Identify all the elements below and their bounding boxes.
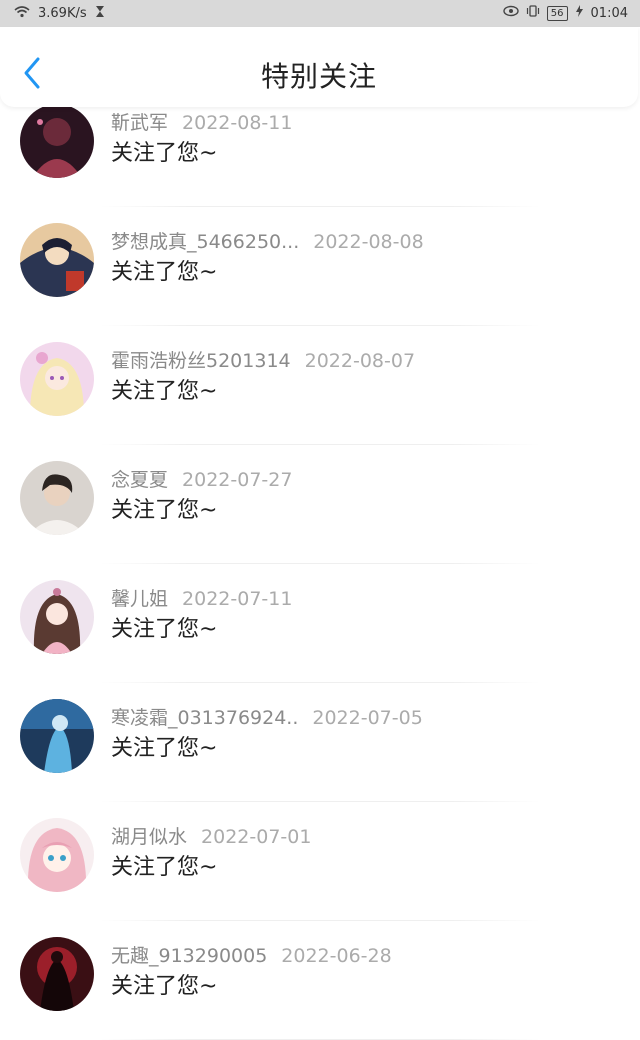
username[interactable]: 念夏夏: [111, 469, 168, 491]
avatar[interactable]: [20, 580, 94, 654]
item-meta: 寒凌霜_031376924.. 2022-07-05: [111, 703, 423, 730]
username[interactable]: 湖月似水: [111, 826, 187, 848]
item-meta: 念夏夏 2022-07-27: [111, 465, 292, 492]
list-item[interactable]: 念夏夏 2022-07-27 关注了您~: [0, 445, 640, 564]
item-meta: 馨儿姐 2022-07-11: [111, 584, 292, 611]
item-meta: 湖月似水 2022-07-01: [111, 822, 311, 849]
hourglass-icon: [95, 5, 105, 22]
date: 2022-07-27: [182, 469, 293, 491]
follow-list: 靳武军 2022-08-11 关注了您~ 梦想成真_5466250... 2022-…: [0, 88, 640, 1040]
date: 2022-08-11: [182, 112, 293, 134]
date: 2022-06-28: [281, 945, 392, 967]
avatar[interactable]: [20, 104, 94, 178]
message: 关注了您~: [111, 736, 218, 761]
date: 2022-07-11: [182, 588, 293, 610]
avatar[interactable]: [20, 461, 94, 535]
date: 2022-07-01: [201, 826, 312, 848]
item-meta: 霍雨浩粉丝5201314 2022-08-07: [111, 346, 415, 373]
clock-time: 01:04: [590, 5, 628, 21]
page-title: 特别关注: [260, 60, 377, 93]
status-bar-left: 3.69K/s: [14, 5, 105, 22]
item-meta: 靳武军 2022-08-11: [111, 108, 292, 135]
message: 关注了您~: [111, 617, 218, 642]
avatar[interactable]: [20, 818, 94, 892]
message: 关注了您~: [111, 855, 218, 880]
avatar[interactable]: [20, 223, 94, 297]
list-item[interactable]: 无趣_913290005 2022-06-28 关注了您~: [0, 921, 640, 1040]
username[interactable]: 馨儿姐: [111, 588, 168, 610]
battery-indicator: 56: [546, 5, 568, 21]
eye-icon: [503, 5, 519, 21]
username[interactable]: 无趣_913290005: [111, 945, 267, 967]
list-item[interactable]: 梦想成真_5466250... 2022-08-08 关注了您~: [0, 207, 640, 326]
wifi-icon: [14, 5, 30, 22]
list-item[interactable]: 寒凌霜_031376924.. 2022-07-05 关注了您~: [0, 683, 640, 802]
username[interactable]: 梦想成真_5466250...: [111, 231, 299, 253]
status-bar-right: 56 01:04: [503, 5, 628, 21]
network-speed: 3.69K/s: [38, 6, 87, 21]
message: 关注了您~: [111, 141, 218, 166]
item-meta: 无趣_913290005 2022-06-28: [111, 941, 392, 968]
item-meta: 梦想成真_5466250... 2022-08-08: [111, 227, 424, 254]
list-item[interactable]: 湖月似水 2022-07-01 关注了您~: [0, 802, 640, 921]
date: 2022-07-05: [312, 707, 423, 729]
date: 2022-08-07: [304, 350, 416, 372]
avatar[interactable]: [20, 699, 94, 773]
date: 2022-08-08: [313, 231, 424, 253]
vibrate-icon: [526, 5, 540, 21]
avatar[interactable]: [20, 937, 94, 1011]
list-item[interactable]: 霍雨浩粉丝5201314 2022-08-07 关注了您~: [0, 326, 640, 445]
avatar[interactable]: [20, 342, 94, 416]
message: 关注了您~: [111, 379, 218, 404]
message: 关注了您~: [111, 498, 218, 523]
username[interactable]: 寒凌霜_031376924..: [111, 707, 298, 729]
charging-icon: [575, 5, 584, 21]
message: 关注了您~: [111, 974, 218, 999]
message: 关注了您~: [111, 260, 218, 285]
list-item[interactable]: 馨儿姐 2022-07-11 关注了您~: [0, 564, 640, 683]
username[interactable]: 靳武军: [111, 112, 168, 134]
header-bar: 特别关注: [0, 27, 638, 107]
status-bar: 3.69K/s 56 01:04: [0, 0, 640, 27]
username[interactable]: 霍雨浩粉丝5201314: [111, 350, 291, 372]
